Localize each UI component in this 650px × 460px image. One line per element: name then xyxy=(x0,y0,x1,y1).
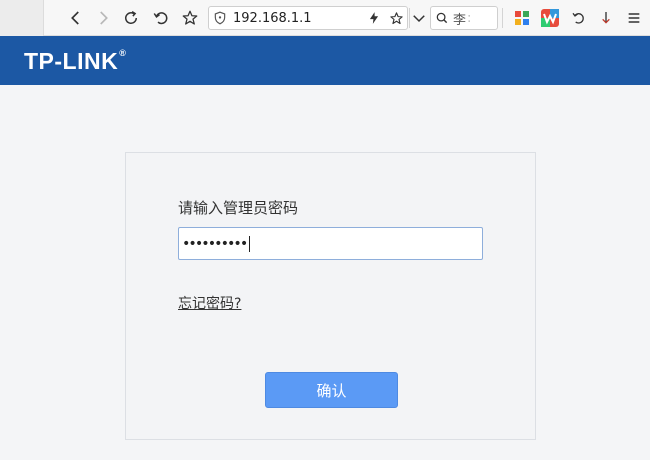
dropdown-button[interactable] xyxy=(409,5,429,31)
download-button[interactable] xyxy=(594,6,618,30)
grid-app-icon xyxy=(515,11,529,25)
shield-icon xyxy=(209,7,231,29)
search-cursor: : xyxy=(467,10,472,26)
confirm-button[interactable]: 确认 xyxy=(265,372,398,408)
browser-toolbar: 192.168.1.1 李 : xyxy=(0,0,650,36)
address-bar[interactable]: 192.168.1.1 xyxy=(208,6,408,30)
tp-link-logo: TP-LINK® xyxy=(24,48,126,75)
w-app-button[interactable] xyxy=(538,6,562,30)
search-value: 李 xyxy=(453,12,467,28)
url-text: 192.168.1.1 xyxy=(233,10,312,26)
menu-icon xyxy=(628,13,640,23)
back-icon xyxy=(71,11,79,25)
reload-button[interactable] xyxy=(118,5,144,31)
search-icon xyxy=(431,11,453,25)
reload-icon xyxy=(125,10,138,24)
star-icon[interactable] xyxy=(385,7,407,29)
search-box[interactable]: 李 : xyxy=(430,6,498,30)
menu-button[interactable] xyxy=(622,6,646,30)
forward-button[interactable] xyxy=(90,5,116,31)
back-button[interactable] xyxy=(63,5,89,31)
refresh-ext-button[interactable] xyxy=(567,6,591,30)
bookmark-button[interactable] xyxy=(177,5,203,31)
undo-icon xyxy=(153,12,168,25)
undo-button[interactable] xyxy=(148,5,174,31)
password-prompt: 请输入管理员密码 xyxy=(178,199,299,217)
w-app-icon xyxy=(541,9,559,27)
refresh-ext-icon xyxy=(572,12,584,24)
star-icon xyxy=(182,10,198,25)
logo-text: TP-LINK xyxy=(24,48,119,74)
toolbar-divider xyxy=(502,8,503,28)
tab-strip-edge[interactable] xyxy=(0,0,44,36)
password-mask: •••••••••• xyxy=(182,235,248,252)
forward-icon xyxy=(100,11,108,25)
password-input[interactable]: •••••••••• xyxy=(178,227,483,260)
bolt-icon[interactable] xyxy=(363,7,385,29)
forgot-password-link[interactable]: 忘记密码? xyxy=(178,293,241,313)
chevron-down-icon xyxy=(413,15,425,23)
text-caret xyxy=(249,235,251,252)
registered-mark: ® xyxy=(119,48,127,58)
grid-app-button[interactable] xyxy=(510,6,534,30)
download-icon xyxy=(602,12,610,24)
